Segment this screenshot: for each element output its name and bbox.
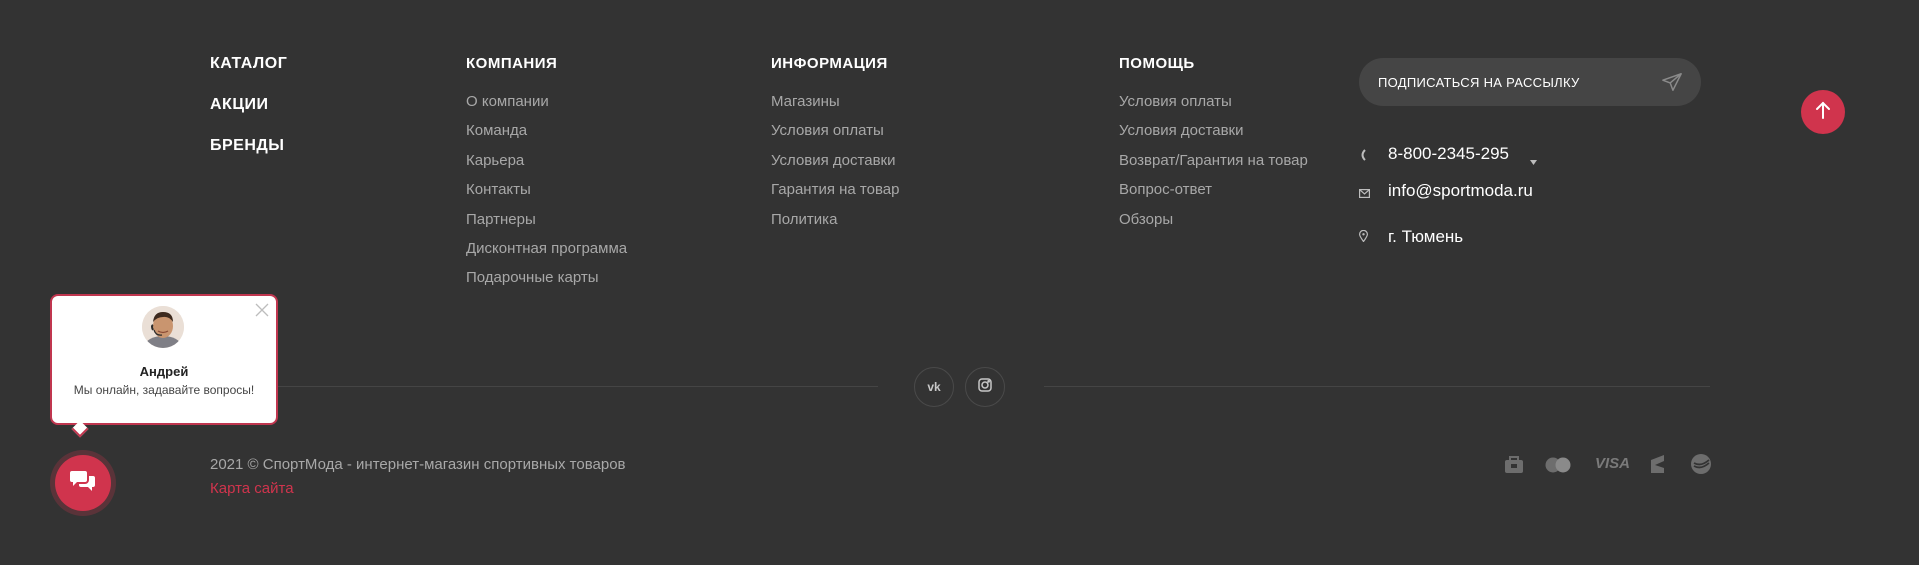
location-pin-icon bbox=[1358, 229, 1369, 247]
divider-right bbox=[1044, 386, 1710, 387]
subscribe-button[interactable]: ПОДПИСАТЬСЯ НА РАССЫЛКУ bbox=[1359, 58, 1701, 106]
close-icon[interactable] bbox=[255, 303, 269, 322]
catalog-link[interactable]: КАТАЛОГ bbox=[210, 55, 287, 73]
company-link-partners[interactable]: Партнеры bbox=[466, 211, 627, 240]
promotions-link[interactable]: АКЦИИ bbox=[210, 96, 269, 114]
instagram-button[interactable] bbox=[965, 367, 1005, 407]
help-link-reviews[interactable]: Обзоры bbox=[1119, 211, 1308, 240]
chat-button-inner bbox=[55, 455, 111, 511]
mail-icon bbox=[1359, 185, 1371, 203]
help-link-returns[interactable]: Возврат/Гарантия на товар bbox=[1119, 152, 1308, 181]
sberbank-bag-icon bbox=[1503, 453, 1525, 480]
company-link-about[interactable]: О компании bbox=[466, 93, 627, 122]
chevron-down-icon[interactable] bbox=[1530, 152, 1537, 170]
company-link-team[interactable]: Команда bbox=[466, 122, 627, 151]
instagram-icon bbox=[978, 377, 992, 397]
info-link-stores[interactable]: Магазины bbox=[771, 93, 899, 122]
company-link-giftcards[interactable]: Подарочные карты bbox=[466, 269, 627, 298]
chat-button[interactable] bbox=[50, 450, 116, 516]
company-link-discount[interactable]: Дисконтная программа bbox=[466, 240, 627, 269]
info-link-policy[interactable]: Политика bbox=[771, 211, 899, 240]
brands-link[interactable]: БРЕНДЫ bbox=[210, 137, 284, 155]
help-title: ПОМОЩЬ bbox=[1119, 55, 1195, 72]
copyright-text: 2021 © СпортМода - интернет-магазин спор… bbox=[210, 456, 626, 473]
sitemap-link[interactable]: Карта сайта bbox=[210, 480, 294, 497]
yandex-money-icon bbox=[1650, 453, 1668, 480]
help-link-faq[interactable]: Вопрос-ответ bbox=[1119, 181, 1308, 210]
vk-button[interactable]: vk bbox=[914, 367, 954, 407]
info-link-warranty[interactable]: Гарантия на товар bbox=[771, 181, 899, 210]
subscribe-label: ПОДПИСАТЬСЯ НА РАССЫЛКУ bbox=[1378, 75, 1580, 90]
company-title: КОМПАНИЯ bbox=[466, 55, 558, 72]
scroll-top-button[interactable] bbox=[1801, 90, 1845, 134]
information-title: ИНФОРМАЦИЯ bbox=[771, 55, 888, 72]
help-link-delivery[interactable]: Условия доставки bbox=[1119, 122, 1308, 151]
city-label: г. Тюмень bbox=[1388, 227, 1464, 246]
phone-icon bbox=[1359, 148, 1369, 166]
chat-bubbles-icon bbox=[70, 469, 96, 498]
visa-icon: VISA bbox=[1595, 455, 1631, 472]
divider-left bbox=[278, 386, 878, 387]
help-link-payment[interactable]: Условия оплаты bbox=[1119, 93, 1308, 122]
operator-name: Андрей bbox=[139, 364, 189, 379]
chat-message: Мы онлайн, задавайте вопросы! bbox=[73, 383, 255, 397]
phone-number[interactable]: 8-800-2345-295 bbox=[1388, 144, 1509, 164]
company-link-career[interactable]: Карьера bbox=[466, 152, 627, 181]
paper-plane-icon bbox=[1661, 71, 1683, 98]
company-link-contacts[interactable]: Контакты bbox=[466, 181, 627, 210]
company-column: КОМПАНИЯ О компании Команда Карьера Конт… bbox=[466, 55, 627, 299]
information-column: ИНФОРМАЦИЯ Магазины Условия оплаты Услов… bbox=[771, 55, 899, 240]
arrow-up-icon bbox=[1815, 101, 1831, 124]
mastercard-icon bbox=[1545, 457, 1571, 478]
info-link-delivery[interactable]: Условия доставки bbox=[771, 152, 899, 181]
info-link-payment[interactable]: Условия оплаты bbox=[771, 122, 899, 151]
chat-popup: Андрей Мы онлайн, задавайте вопросы! bbox=[50, 294, 278, 425]
sberbank-icon bbox=[1690, 453, 1712, 480]
help-column: ПОМОЩЬ Условия оплаты Условия доставки В… bbox=[1119, 55, 1308, 240]
vk-icon: vk bbox=[927, 380, 941, 394]
operator-avatar bbox=[142, 306, 184, 348]
email-link[interactable]: info@sportmoda.ru bbox=[1388, 181, 1533, 201]
